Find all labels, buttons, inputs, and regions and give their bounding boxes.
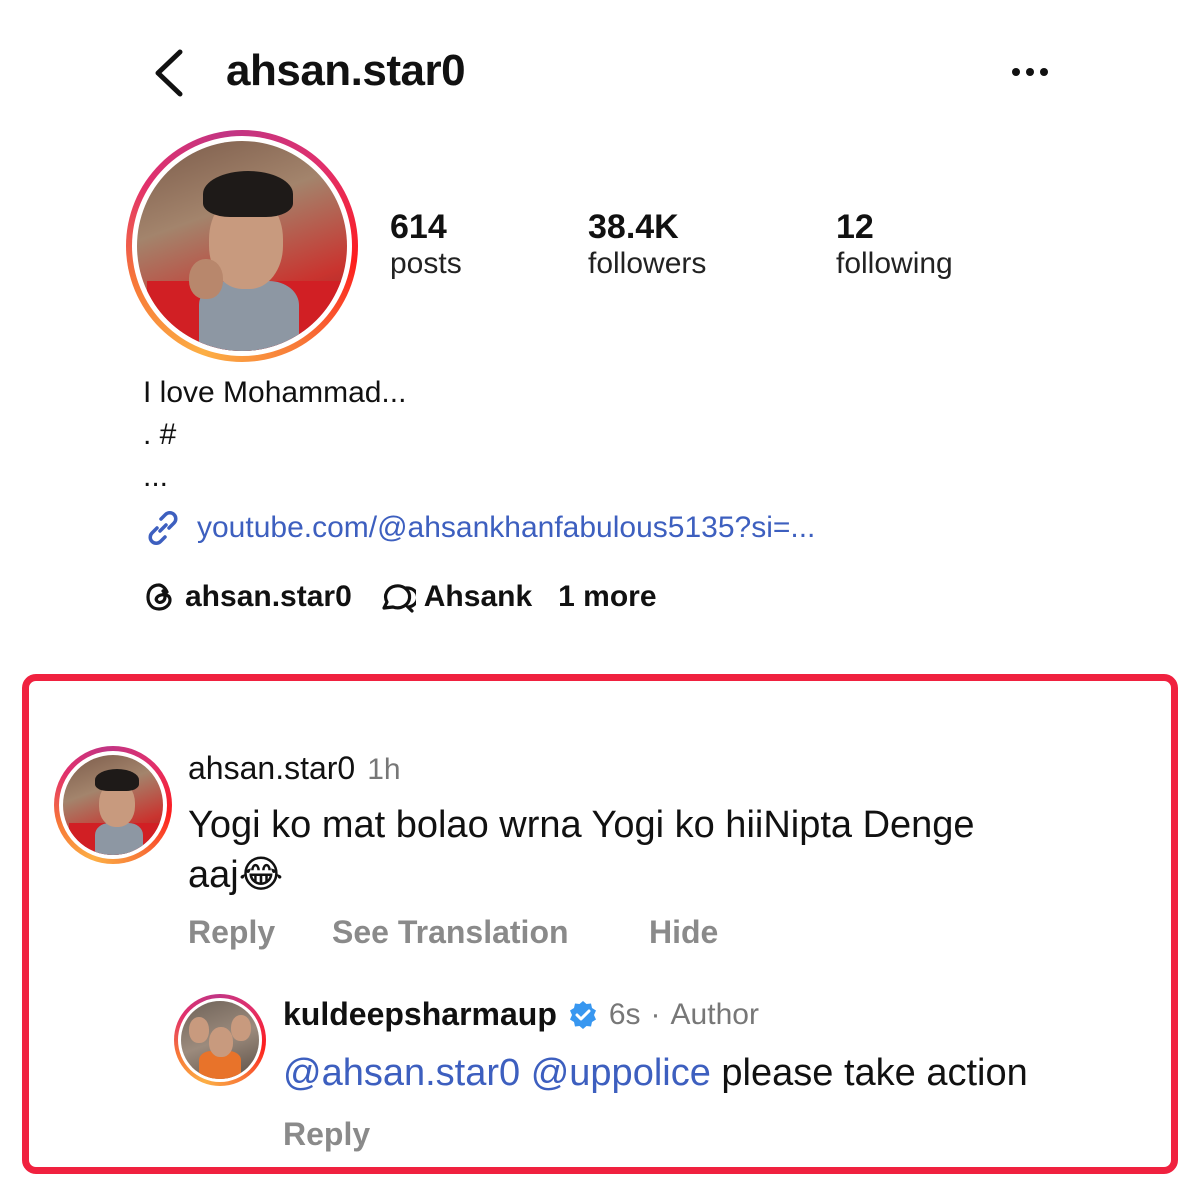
link-icon [148,511,178,545]
comment-header: ahsan.star0 1h [188,750,401,787]
comment-text-end: aaj [188,854,239,896]
profile-link-text: youtube.com/@ahsankhanfabulous5135?si=..… [197,511,816,544]
second-social-handle: Ahsank [423,580,533,613]
more-links-label: 1 more [558,580,657,613]
profile-avatar[interactable] [126,130,358,362]
see-translation-button[interactable]: See Translation [332,914,569,951]
profile-username-title: ahsan.star0 [226,46,466,95]
bio-line-2: . # [143,418,177,451]
hide-button[interactable]: Hide [649,914,718,951]
reply-reply-button[interactable]: Reply [283,1116,370,1153]
threads-link[interactable]: ahsan.star0 [143,580,352,614]
following-label: following [836,247,953,280]
social-links: ahsan.star0 Ahsank 1 more [143,580,683,614]
stat-following[interactable]: 12 following [836,208,953,281]
following-count: 12 [836,208,874,246]
reply-text: @ahsan.star0 @uppolice please take actio… [283,1052,1028,1095]
comment-text-line1: Yogi ko mat bolao wrna Yogi ko hiiNipta … [188,804,975,846]
profile-link[interactable]: youtube.com/@ahsankhanfabulous5135?si=..… [143,508,815,548]
comment-avatar[interactable] [54,746,172,864]
stat-followers[interactable]: 38.4K followers [588,208,706,281]
threads-handle: ahsan.star0 [185,580,352,613]
reply-header: kuldeepsharmaup 6s · Author [283,996,759,1033]
verified-badge-icon [569,1000,596,1029]
mention-uppolice[interactable]: @uppolice [531,1052,711,1094]
reply-avatar[interactable] [174,994,266,1086]
reply-button[interactable]: Reply [188,914,275,951]
reply-separator: · [650,997,661,1031]
comment-time: 1h [367,753,401,786]
followers-label: followers [588,247,707,280]
comment-username[interactable]: ahsan.star0 [188,750,355,787]
back-chevron-icon[interactable] [150,48,190,98]
bio-line-1: I love Mohammad... [143,376,407,409]
stat-posts[interactable]: 614 posts [390,208,462,281]
reply-time: 6s [608,997,641,1031]
chat-bubble-icon [382,584,416,613]
more-options-icon[interactable] [1008,52,1052,92]
second-social-link[interactable]: Ahsank [378,580,532,614]
reply-username[interactable]: kuldeepsharmaup [283,996,557,1033]
reply-author-tag: Author [670,997,759,1031]
followers-count: 38.4K [588,208,679,246]
bio-line-3: ... [143,460,169,493]
reply-message: please take action [721,1052,1028,1094]
mention-ahsan[interactable]: @ahsan.star0 [283,1052,520,1094]
threads-icon [146,583,172,611]
posts-count: 614 [390,208,447,246]
laughing-emoji-icon: 😂 [238,854,284,896]
more-links-button[interactable]: 1 more [558,580,656,614]
posts-label: posts [390,247,462,280]
comment-text-line2: aaj😂 [188,852,283,897]
